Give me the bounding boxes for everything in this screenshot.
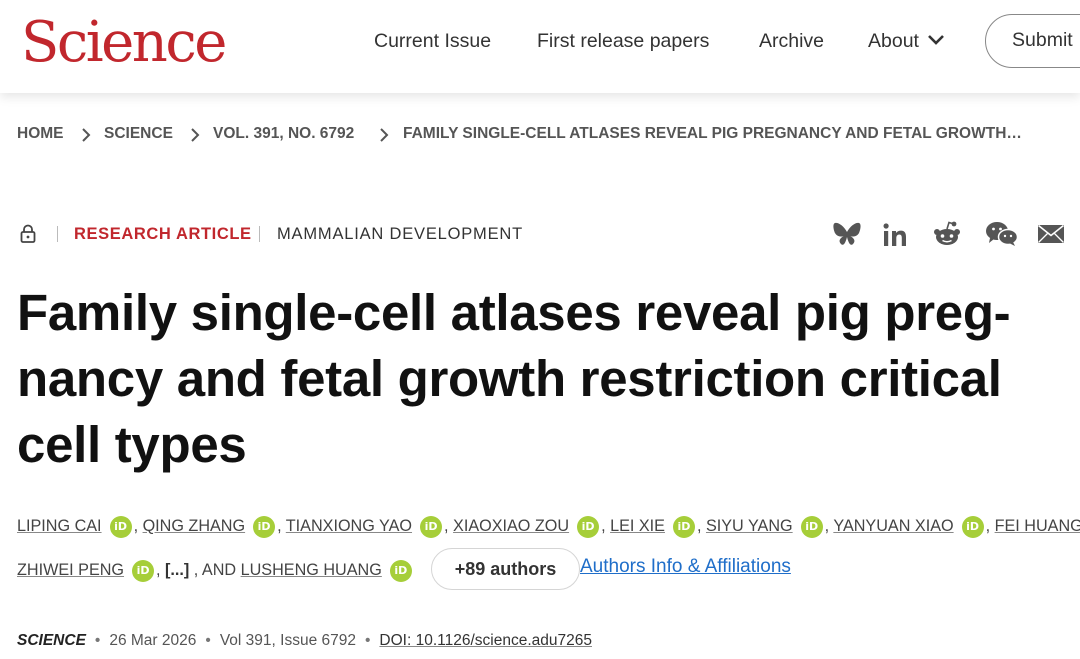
breadcrumb-science[interactable]: SCIENCE <box>104 123 173 145</box>
bluesky-icon[interactable] <box>832 221 862 247</box>
nav-first-release[interactable]: First release papers <box>537 26 709 56</box>
author-link[interactable]: LUSHENG HUANG <box>241 561 382 579</box>
divider <box>57 226 58 242</box>
title-line: Family single-cell atlases reveal pig pr… <box>17 284 1011 341</box>
doi-link[interactable]: DOI: 10.1126/science.adu7265 <box>379 632 592 649</box>
orcid-icon[interactable]: iD <box>672 515 695 538</box>
more-authors-button[interactable]: +89 authors <box>431 548 580 590</box>
nav-about-label: About <box>868 30 919 52</box>
citation-line: SCIENCE • 26 Mar 2026 • Vol 391, Issue 6792 •… <box>17 632 592 649</box>
pub-date: 26 Mar 2026 <box>109 632 197 649</box>
author-link[interactable]: LEI XIE <box>610 517 665 535</box>
volume-issue: Vol 391, Issue 6792 <box>219 632 356 649</box>
nav-archive[interactable]: Archive <box>759 26 824 56</box>
site-header: Science Current Issue First release pape… <box>0 0 1080 93</box>
author-link[interactable]: LIPING CAI <box>17 517 102 535</box>
article-subject[interactable]: MAMMALIAN DEVELOPMENT <box>277 223 523 245</box>
submit-button[interactable]: Submit <box>985 14 1080 68</box>
author-line: ZHIWEI PENG iD, [...] , AND LUSHENG HUANG… <box>17 554 414 586</box>
article-type[interactable]: RESEARCH ARTICLE <box>74 223 252 245</box>
author-link[interactable]: YANYUAN XIAO <box>833 517 953 535</box>
nav-current-issue[interactable]: Current Issue <box>374 26 491 56</box>
author-link[interactable]: SIYU YANG <box>706 517 793 535</box>
author-line: LIPING CAI iD, QING ZHANG iD, TIANXIONG YA… <box>17 510 1080 542</box>
orcid-icon[interactable]: iD <box>389 559 412 582</box>
article-meta: RESEARCH ARTICLE MAMMALIAN DEVELOPMENT <box>0 220 1080 248</box>
linkedin-icon[interactable] <box>882 222 908 248</box>
chevron-right-icon <box>82 128 91 142</box>
lock-icon <box>20 224 36 243</box>
authors-affiliations-link[interactable]: Authors Info & Affiliations <box>580 556 791 578</box>
article-title: Family single-cell atlases reveal pig pr… <box>17 280 1027 478</box>
chevron-right-icon <box>380 128 389 142</box>
orcid-icon[interactable]: iD <box>420 515 443 538</box>
main-nav: Current Issue First release papers Archi… <box>0 26 1080 56</box>
orcid-icon[interactable]: iD <box>800 515 823 538</box>
orcid-icon[interactable]: iD <box>577 515 600 538</box>
title-line: nancy and fetal growth restriction criti… <box>17 350 1002 407</box>
breadcrumb: HOME SCIENCE VOL. 391, NO. 6792 FAMILY S… <box>17 123 1077 145</box>
breadcrumb-home[interactable]: HOME <box>17 123 64 145</box>
orcid-icon[interactable]: iD <box>253 515 276 538</box>
breadcrumb-current: FAMILY SINGLE-CELL ATLASES REVEAL PIG PR… <box>403 125 1022 142</box>
title-line: cell types <box>17 416 247 473</box>
author-link[interactable]: TIANXIONG YAO <box>286 517 412 535</box>
and-text: AND <box>201 561 237 579</box>
reddit-icon[interactable] <box>932 220 962 248</box>
author-ellipsis[interactable]: [...] <box>165 561 189 579</box>
author-link[interactable]: FEI HUANG <box>995 517 1080 535</box>
divider <box>259 226 260 242</box>
author-link[interactable]: QING ZHANG <box>143 517 246 535</box>
chevron-down-icon <box>928 35 944 46</box>
author-link[interactable]: XIAOXIAO ZOU <box>453 517 569 535</box>
author-link[interactable]: ZHIWEI PENG <box>17 561 124 579</box>
journal-name: SCIENCE <box>17 632 86 649</box>
wechat-icon[interactable] <box>985 220 1019 248</box>
email-icon[interactable] <box>1037 223 1065 245</box>
orcid-icon[interactable]: iD <box>109 515 132 538</box>
orcid-icon[interactable]: iD <box>961 515 984 538</box>
chevron-right-icon <box>191 128 200 142</box>
breadcrumb-volume[interactable]: VOL. 391, NO. 6792 <box>213 123 354 145</box>
orcid-icon[interactable]: iD <box>132 559 155 582</box>
nav-about[interactable]: About <box>868 26 945 56</box>
